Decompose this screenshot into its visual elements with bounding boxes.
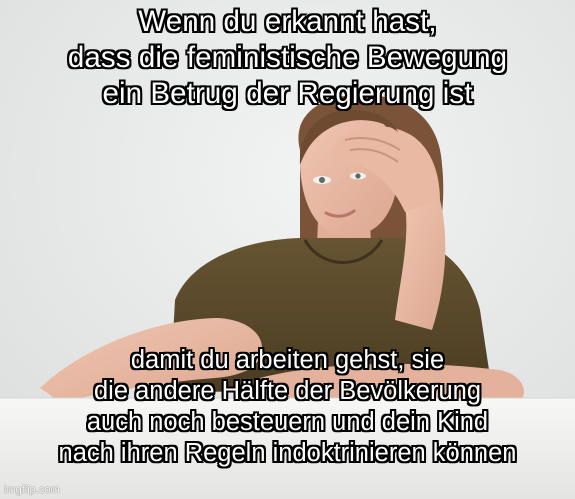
bottom-caption-line-2: die andere Hälfte der Bevölkerung	[94, 377, 481, 405]
top-caption-line-3: ein Betrug der Regierung ist	[102, 77, 473, 110]
bottom-caption-line-4: nach ihren Regeln indoktrinieren können	[58, 439, 517, 467]
top-caption: Wenn du erkannt hast, dass die feministi…	[0, 4, 575, 112]
bottom-caption-line-3: auch noch besteuern und dein Kind	[86, 408, 489, 436]
top-caption-line-2: dass die feministische Bewegung	[67, 41, 508, 74]
bottom-caption-line-1: damit du arbeiten gehst, sie	[130, 346, 445, 374]
imgflip-watermark: imgflip.com	[4, 484, 60, 496]
bottom-caption: damit du arbeiten gehst, sie die andere …	[0, 345, 575, 469]
top-caption-line-1: Wenn du erkannt hast,	[138, 5, 437, 38]
meme-image: Wenn du erkannt hast, dass die feministi…	[0, 0, 575, 499]
